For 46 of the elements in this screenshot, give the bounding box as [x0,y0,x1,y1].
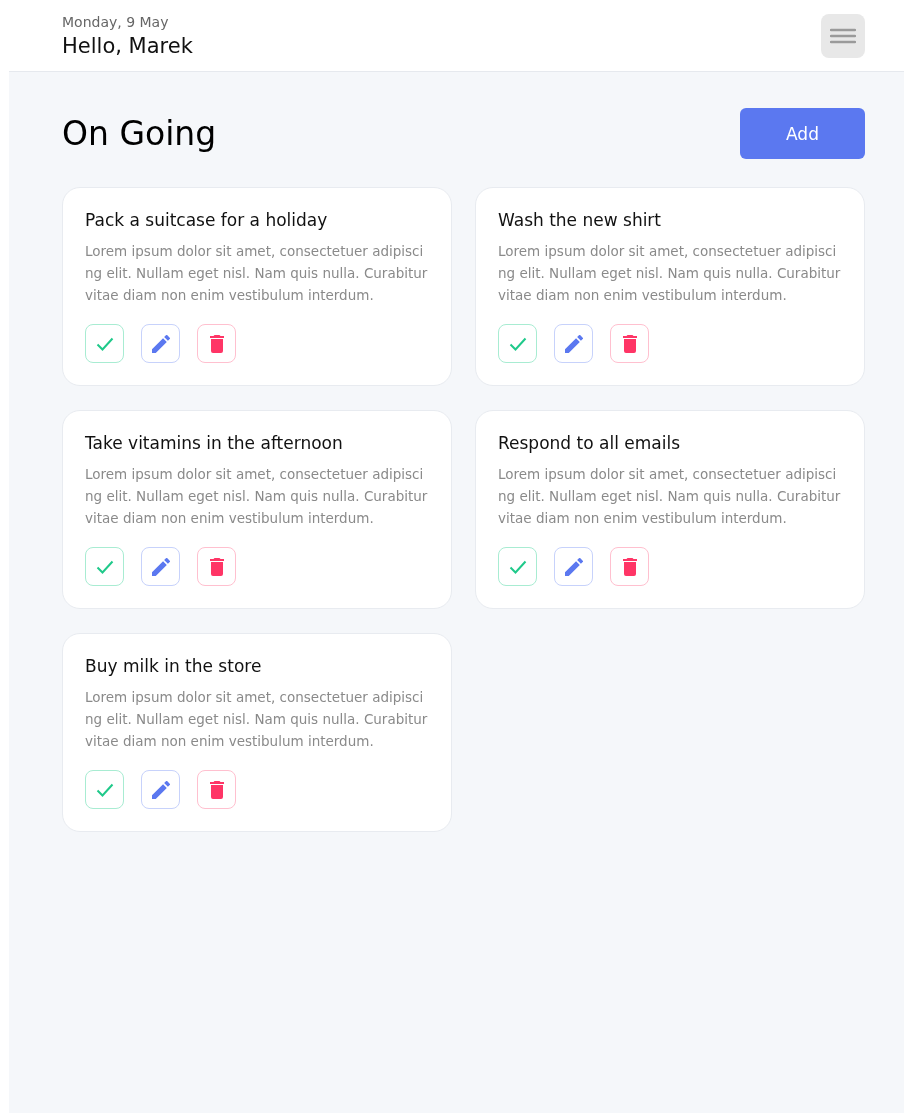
check-icon [95,336,114,351]
task-description: Lorem ipsum dolor sit amet, consectetuer adipiscing elit. Nullam eget nisl. Nam quis nulla. Curabitur vitae diam non enim vestibulum interdum. [85,688,429,751]
trash-icon [209,334,224,353]
date-label: Monday, 9 May [62,13,170,30]
pencil-icon [564,557,583,576]
delete-button[interactable] [197,770,236,809]
task-title: Take vitamins in the afternoon [85,433,344,453]
check-icon [508,336,527,351]
edit-button[interactable] [141,547,180,586]
task-description: Lorem ipsum dolor sit amet, consectetuer adipiscing elit. Nullam eget nisl. Nam quis nulla. Curabitur vitae diam non enim vestibulum interdum. [85,465,429,528]
edit-button[interactable] [554,547,593,586]
check-icon [95,559,114,574]
delete-button[interactable] [610,547,649,586]
task-title: Respond to all emails [498,433,681,453]
trash-icon [209,557,224,576]
pencil-icon [151,557,170,576]
section-title: On Going [62,114,217,153]
add-button[interactable]: Add [740,108,865,159]
trash-icon [622,334,637,353]
task-description: Lorem ipsum dolor sit amet, consectetuer adipiscing elit. Nullam eget nisl. Nam quis nulla. Curabitur vitae diam non enim vestibulum interdum. [498,242,842,305]
complete-button[interactable] [498,547,537,586]
menu-button[interactable] [821,13,865,58]
task-title: Buy milk in the store [85,656,263,676]
edit-button[interactable] [554,324,593,363]
edit-button[interactable] [141,770,180,809]
check-icon [95,782,114,797]
edit-button[interactable] [141,324,180,363]
trash-icon [209,780,224,799]
complete-button[interactable] [85,770,124,809]
task-title: Wash the new shirt [498,210,663,230]
task-title: Pack a suitcase for a holiday [85,210,329,230]
complete-button[interactable] [85,324,124,363]
pencil-icon [151,780,170,799]
task-description: Lorem ipsum dolor sit amet, consectetuer adipiscing elit. Nullam eget nisl. Nam quis nulla. Curabitur vitae diam non enim vestibulum interdum. [498,465,842,528]
greeting: Hello, Marek [62,33,193,58]
delete-button[interactable] [610,324,649,363]
check-icon [508,559,527,574]
menu-icon [830,26,856,45]
complete-button[interactable] [85,547,124,586]
complete-button[interactable] [498,324,537,363]
trash-icon [622,557,637,576]
delete-button[interactable] [197,547,236,586]
pencil-icon [564,334,583,353]
pencil-icon [151,334,170,353]
task-description: Lorem ipsum dolor sit amet, consectetuer adipiscing elit. Nullam eget nisl. Nam quis nulla. Curabitur vitae diam non enim vestibulum interdum. [85,242,429,305]
delete-button[interactable] [197,324,236,363]
